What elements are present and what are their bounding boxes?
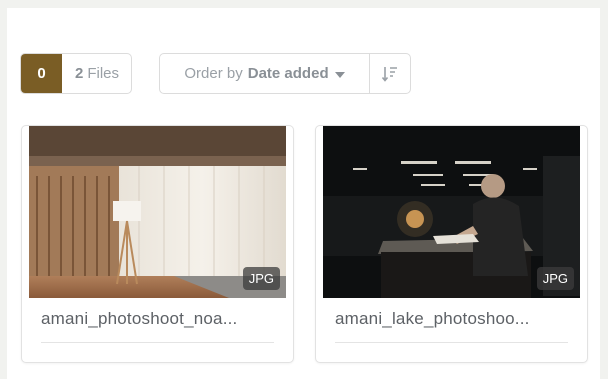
file-thumbnail[interactable]: JPG <box>29 126 286 298</box>
file-name[interactable]: amani_photoshoot_noa... <box>41 309 279 329</box>
files-count-number: 2 <box>75 65 84 82</box>
sort-direction-button[interactable] <box>370 54 410 93</box>
selected-count-badge[interactable]: 0 <box>21 54 62 93</box>
file-type-badge: JPG <box>536 267 574 290</box>
files-count-label: Files <box>87 65 120 82</box>
divider <box>335 342 568 343</box>
files-count: 2 Files <box>62 54 131 93</box>
top-background-band <box>0 0 608 8</box>
file-card[interactable]: JPG amani_photoshoot_noa... <box>21 125 294 363</box>
file-count-group: 0 2 Files <box>20 53 133 94</box>
file-name[interactable]: amani_lake_photoshoo... <box>335 309 573 329</box>
chevron-down-icon <box>334 71 345 78</box>
file-type-badge: JPG <box>242 267 280 290</box>
file-card[interactable]: JPG amani_lake_photoshoo... <box>315 125 588 363</box>
sort-order-icon <box>381 66 397 82</box>
order-by-prefix: Order by <box>184 65 243 82</box>
left-background-band <box>0 0 7 379</box>
divider <box>41 342 274 343</box>
order-by-value: Date added <box>247 65 329 82</box>
order-by-dropdown[interactable]: Order by Date added <box>160 54 370 93</box>
order-control-group: Order by Date added <box>159 53 411 94</box>
right-background-band <box>600 0 608 379</box>
file-thumbnail[interactable]: JPG <box>323 126 580 298</box>
